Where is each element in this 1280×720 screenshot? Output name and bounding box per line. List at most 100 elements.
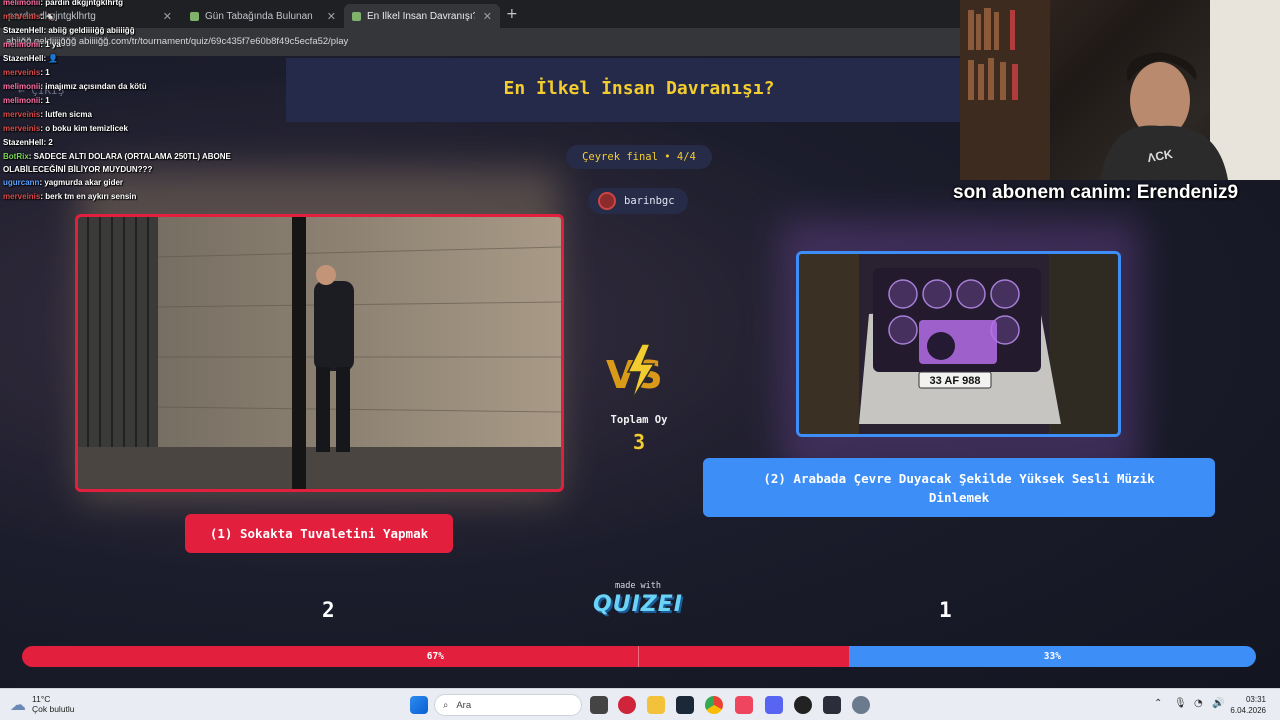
- weather-widget[interactable]: ☁ 11°C Çok bulutlu: [10, 694, 75, 714]
- cloud-icon: ☁: [10, 694, 26, 714]
- option-1-vote-count: 2: [322, 598, 335, 622]
- close-icon[interactable]: ✕: [327, 10, 336, 23]
- option-1-percent: 67%: [426, 651, 444, 662]
- avatar: [598, 192, 616, 210]
- chat-message: merveinis: 🐁: [3, 10, 263, 24]
- webcam-image: ΛCK: [960, 0, 1280, 180]
- chat-username[interactable]: merveinis: [3, 124, 40, 133]
- weather-desc: Çok bulutlu: [32, 704, 75, 714]
- option-1-label: (1) Sokakta Tuvaletini Yapmak: [209, 526, 429, 541]
- chat-text: : 1: [40, 96, 50, 105]
- car-speakers-image: 33 AF 988: [799, 254, 1118, 434]
- street-scene-image: [78, 217, 561, 489]
- chrome-icon[interactable]: [705, 696, 723, 714]
- windows-start-icon[interactable]: [410, 696, 428, 714]
- vs-icon: VS: [606, 343, 663, 401]
- volume-icon[interactable]: 🔊: [1212, 698, 1224, 709]
- chat-username[interactable]: StazenHell: [3, 54, 43, 63]
- chat-username[interactable]: BotRix: [3, 152, 29, 161]
- option-1-progress: 67%: [22, 646, 849, 667]
- option-1-button[interactable]: (1) Sokakta Tuvaletini Yapmak: [185, 514, 453, 553]
- chat-username[interactable]: StazenHell: [3, 26, 43, 35]
- opera-icon[interactable]: [618, 696, 636, 714]
- creator-name: barinbgc: [624, 195, 675, 207]
- chat-message: StazenHell: abiiğ geldiiiiğğ abiiiiğğ: [3, 24, 263, 38]
- chat-text: : o boku kim temizlicek: [40, 124, 128, 133]
- chat-text: : 1: [40, 68, 50, 77]
- settings-icon[interactable]: [852, 696, 870, 714]
- chat-text: : lutfen sicma: [40, 110, 92, 119]
- clock-time: 03:31: [1245, 695, 1266, 704]
- option-2-progress: 33%: [848, 646, 1256, 667]
- chat-text: : 2: [43, 138, 53, 147]
- chat-message: merveinis: lutfen sicma: [3, 108, 263, 122]
- windows-taskbar: ☁ 11°C Çok bulutlu ⌕ Ara ⌃ 🎙 ◔ 🔊 03:31 6…: [0, 688, 1280, 720]
- taskbar-search[interactable]: ⌕ Ara: [434, 694, 582, 716]
- chat-text: : yagmurda akar gider: [39, 178, 124, 187]
- chat-message: ugurcann: yagmurda akar gider: [3, 176, 263, 190]
- progress-center-divider: [638, 646, 639, 667]
- chat-username[interactable]: merveinis: [3, 110, 40, 119]
- creator-badge[interactable]: barinbgc: [588, 188, 688, 214]
- option-1-image[interactable]: [75, 214, 564, 492]
- option-2-label: (2) Arabada Çevre Duyacak Şekilde Yüksek…: [763, 470, 1155, 505]
- system-clock[interactable]: 03:31 6.04.2026: [1230, 694, 1266, 716]
- chat-username[interactable]: StazenHell: [3, 138, 43, 147]
- chat-message: StazenHell: 👤: [3, 52, 263, 66]
- chat-username[interactable]: melimonii: [3, 40, 40, 49]
- clock-date: 6.04.2026: [1230, 706, 1266, 715]
- webcam-feed: ΛCK: [960, 0, 1280, 180]
- quizei-logo[interactable]: QUIZEI: [592, 592, 684, 617]
- search-icon: ⌕: [443, 699, 449, 711]
- chat-username[interactable]: merveinis: [3, 12, 40, 21]
- chat-username[interactable]: melimonii: [3, 0, 40, 7]
- close-icon[interactable]: ✕: [483, 10, 492, 23]
- chat-message: melimonii: 1: [3, 94, 263, 108]
- chat-username[interactable]: merveinis: [3, 192, 40, 201]
- vote-progress-bar: 67% 33%: [22, 646, 1256, 667]
- tab-label: En İlkel İnsan Davranışı? - Tier L: [367, 10, 475, 22]
- chat-text: : 👤: [43, 54, 59, 63]
- search-placeholder: Ara: [456, 699, 472, 711]
- chat-message: merveinis: o boku kim temizlicek: [3, 122, 263, 136]
- chat-text: : pardın dkgjntgklhrtg: [40, 0, 124, 7]
- screen: pardın dkgjntgklhrtg ✕ Gün Tabağında Bul…: [0, 0, 1280, 720]
- task-view-icon[interactable]: [590, 696, 608, 714]
- app-icon[interactable]: [794, 696, 812, 714]
- chat-message: melimonii: 1 ya: [3, 38, 263, 52]
- chat-username[interactable]: ugurcann: [3, 178, 39, 187]
- chat-message: StazenHell: 2: [3, 136, 263, 150]
- chat-message: melimonii: pardın dkgjntgklhrtg: [3, 0, 263, 10]
- chat-username[interactable]: melimonii: [3, 96, 40, 105]
- option-2-image[interactable]: 33 AF 988: [796, 251, 1121, 437]
- browser-tab-active[interactable]: En İlkel İnsan Davranışı? - Tier L ✕: [344, 4, 500, 28]
- obs-icon[interactable]: [823, 696, 841, 714]
- license-plate-text: 33 AF 988: [930, 375, 981, 387]
- chat-text: : imajımız açısından da kötü: [40, 82, 147, 91]
- chat-username[interactable]: melimonii: [3, 82, 40, 91]
- chat-message: merveinis: 1: [3, 66, 263, 80]
- steam-icon[interactable]: [676, 696, 694, 714]
- option-2-button[interactable]: (2) Arabada Çevre Duyacak Şekilde Yüksek…: [703, 458, 1215, 517]
- favicon-icon: [352, 11, 361, 21]
- chat-message: melimonii: imajımız açısından da kötü: [3, 80, 263, 94]
- stage-badge: Çeyrek final • 4/4: [566, 145, 712, 169]
- chat-text: : abiiğ geldiiiiğğ abiiiiğğ: [43, 26, 135, 35]
- tray-chevron-icon[interactable]: ⌃: [1154, 698, 1162, 709]
- stage-text: Çeyrek final • 4/4: [582, 151, 696, 163]
- file-explorer-icon[interactable]: [647, 696, 665, 714]
- discord-icon[interactable]: [765, 696, 783, 714]
- new-tab-icon[interactable]: +: [506, 6, 518, 22]
- chat-text: : 1 ya: [40, 40, 61, 49]
- chat-text: : SADECE ALTI DOLARA (ORTALAMA 250TL) AB…: [3, 152, 231, 174]
- music-icon[interactable]: [735, 696, 753, 714]
- chat-message: BotRix: SADECE ALTI DOLARA (ORTALAMA 250…: [3, 150, 263, 176]
- chat-message: merveinis: berk tm en aykırı sensin: [3, 190, 263, 204]
- wifi-icon[interactable]: ◔: [1194, 698, 1203, 709]
- microphone-icon[interactable]: 🎙: [1174, 698, 1187, 709]
- made-with-text: made with: [614, 581, 662, 591]
- quiz-title: En İlkel İnsan Davranışı?: [503, 78, 775, 99]
- chat-username[interactable]: merveinis: [3, 68, 40, 77]
- option-2-vote-count: 1: [939, 598, 952, 622]
- chat-text: : berk tm en aykırı sensin: [40, 192, 137, 201]
